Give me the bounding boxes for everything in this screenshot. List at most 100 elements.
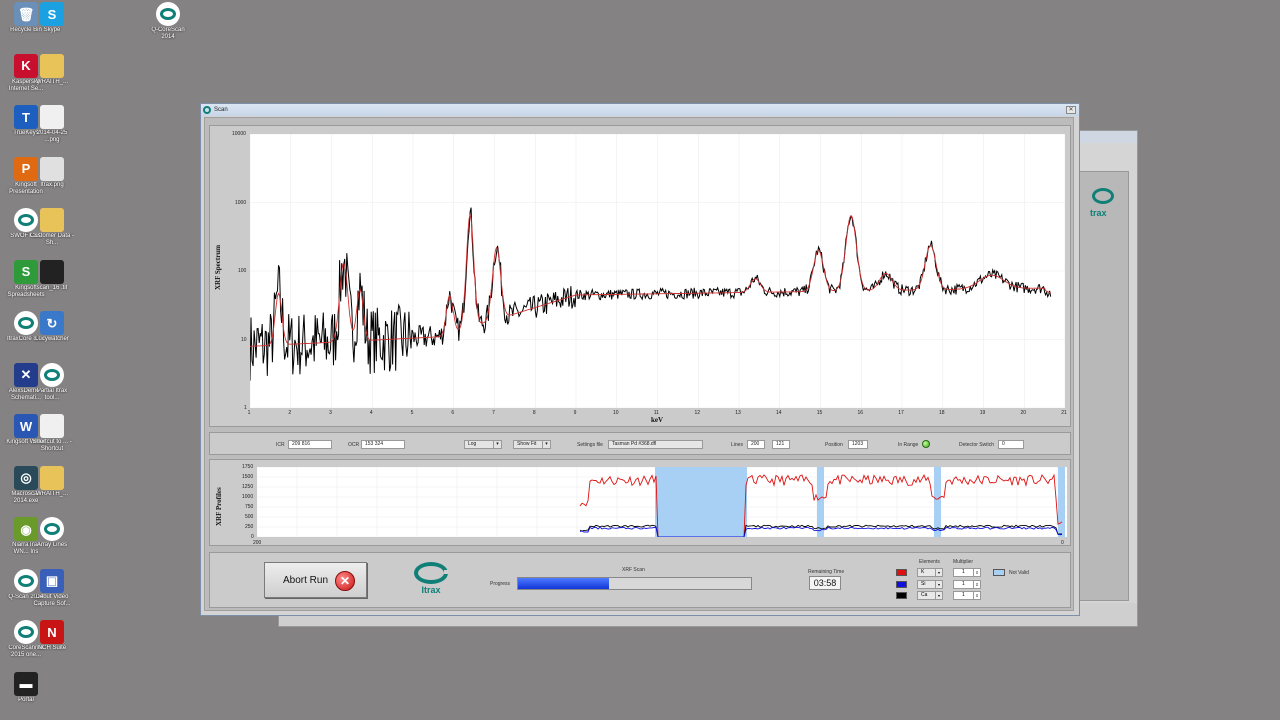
fit-series: [250, 214, 1051, 347]
desktop-icon[interactable]: ▣ Debut Video Capture Sof...: [30, 568, 74, 608]
profiles-plot[interactable]: [256, 466, 1067, 538]
itrax-logo-icon: [1092, 188, 1114, 204]
spectrum-x-tick: 2: [288, 410, 292, 416]
scan-window-titlebar[interactable]: Scan ✕: [201, 104, 1079, 116]
app-shortcut-icon: ▣: [40, 568, 64, 593]
multiplier-value: 1: [962, 569, 965, 575]
profiles-x-right: 0: [1061, 540, 1064, 546]
desktop-icon[interactable]: ↻ Lucywatcher: [30, 311, 74, 350]
desktop-icon[interactable]: Q-CoreScan 2014: [146, 2, 190, 41]
profiles-y-tick: 250: [245, 524, 254, 530]
ocr-label: OCR: [348, 442, 360, 448]
element-select-value: Ca: [921, 592, 928, 598]
spectrum-x-tick: 17: [898, 410, 904, 416]
invalid-band: [655, 467, 747, 537]
desktop-icon-label: WRAITH_...: [35, 78, 68, 85]
chevron-down-icon: ▾: [935, 592, 942, 599]
multiplier-label: Multiplier: [953, 559, 974, 565]
desktop-icon-label: NCH Suite: [37, 645, 67, 651]
invalid-band: [1058, 467, 1065, 537]
invalid-band: [817, 467, 824, 537]
desktop-icon[interactable]: WRAITH_...: [30, 53, 74, 93]
app-shortcut-icon: [40, 362, 64, 387]
desktop-icon[interactable]: ▬ Portal: [4, 671, 48, 711]
desktop-icon[interactable]: Partial Itrax tool...: [30, 362, 74, 402]
profiles-y-tick: 750: [245, 504, 254, 510]
spinner-icon[interactable]: ⇕: [973, 580, 980, 588]
element-color-swatch: [896, 580, 907, 588]
app-shortcut-icon: [40, 208, 64, 232]
desktop-icon-label: Shortcut to ... - Shortcut: [32, 439, 72, 452]
progress-label: Progress: [490, 581, 511, 587]
progress-bar: [517, 577, 752, 590]
spectrum-y-tick: 10000: [232, 131, 246, 137]
invalid-band: [934, 467, 941, 537]
not-valid-swatch: [993, 569, 1005, 576]
not-valid-label: Not Valid: [1009, 570, 1029, 576]
desktop-icon-label: scan_16 .tif: [36, 284, 68, 291]
itrax-logo: Itrax: [412, 562, 450, 595]
spinner-icon[interactable]: ⇕: [973, 592, 980, 599]
desktop-icon[interactable]: Shortcut to ... - Shortcut: [30, 414, 74, 453]
spectrum-x-tick: 16: [857, 410, 863, 416]
profiles-chart: [256, 466, 1067, 538]
element-select[interactable]: Ca ▾: [917, 591, 943, 600]
desktop-icon[interactable]: Array Lines: [30, 517, 74, 556]
app-shortcut-icon: [40, 156, 64, 181]
element-color-swatch: [896, 569, 907, 576]
element-select-value: Si: [921, 580, 926, 587]
spectrum-y-tick: 100: [238, 268, 247, 274]
spectrum-plot[interactable]: [249, 133, 1066, 409]
desktop-icon[interactable]: WRAITH_...: [30, 465, 74, 505]
multiplier-input[interactable]: 1 ⇕: [953, 591, 981, 600]
spectrum-ylabel: XRF Spectrum: [214, 244, 222, 290]
remaining-time: 03:58: [809, 576, 841, 590]
spectrum-x-tick: 11: [653, 410, 659, 416]
app-shortcut-icon: ↻: [40, 311, 64, 335]
desktop-icon[interactable]: scan_16 .tif: [30, 259, 74, 299]
desktop-icon-label: Itrax.png: [40, 181, 64, 188]
window-title: Scan: [214, 107, 228, 113]
fit-select[interactable]: Show Fit ▾: [513, 440, 551, 449]
desktop-icon[interactable]: S Skype: [30, 2, 74, 41]
desktop-icon[interactable]: Customer Data - Sh...: [30, 208, 74, 247]
desktop-icon[interactable]: N NCH Suite: [30, 620, 74, 659]
profiles-y-tick: 500: [245, 514, 254, 520]
lines-field-1: 200: [747, 440, 765, 449]
spectrum-x-tick: 21: [1061, 410, 1067, 416]
profiles-y-tick: 1750: [242, 464, 254, 470]
background-logo-text: trax: [1090, 208, 1107, 218]
desktop-icon-label: WRAITH_...: [35, 490, 68, 497]
icr-field: 209 816: [288, 440, 332, 449]
chevron-down-icon: ▾: [542, 441, 550, 448]
profiles-y-tick: 1500: [242, 474, 254, 480]
settings-file-field[interactable]: Tasman Pd #368.dfl: [608, 440, 703, 449]
desktop-icon[interactable]: Itrax.png: [30, 156, 74, 196]
remaining-label: Remaining Time: [808, 569, 845, 575]
element-select[interactable]: K ▾: [917, 568, 943, 577]
spinner-icon[interactable]: ⇕: [973, 569, 980, 576]
lines-label: Lines: [731, 442, 743, 448]
app-shortcut-icon: [156, 2, 180, 26]
multiplier-input[interactable]: 1 ⇕: [953, 568, 981, 577]
spectrum-x-tick: 12: [694, 410, 700, 416]
spectrum-x-tick: 20: [1020, 410, 1026, 416]
itrax-logo-icon: [414, 562, 448, 584]
close-button[interactable]: ✕: [1066, 106, 1076, 114]
background-window-titlebar[interactable]: [1071, 131, 1137, 143]
element-color-swatch: [896, 592, 907, 599]
desktop-icon[interactable]: 2014-04-25 ...png: [30, 105, 74, 144]
desktop-icon-label: Array Lines: [36, 542, 68, 548]
multiplier-input[interactable]: 1 ⇕: [953, 579, 981, 589]
spectrum-y-tick: 10: [241, 336, 247, 343]
spectrum-x-tick: 6: [451, 410, 455, 416]
chevron-down-icon: ▾: [935, 580, 942, 588]
element-select[interactable]: Si ▾: [917, 579, 943, 589]
lines-field-2: 121: [772, 440, 790, 449]
abort-run-button[interactable]: Abort Run ✕: [264, 562, 367, 598]
app-shortcut-icon: [40, 414, 64, 438]
scale-select[interactable]: Log ▾: [464, 440, 502, 449]
spectrum-y-tick: 1000: [235, 199, 247, 206]
app-shortcut-icon: [40, 517, 64, 541]
background-window[interactable]: trax: [1070, 130, 1138, 626]
